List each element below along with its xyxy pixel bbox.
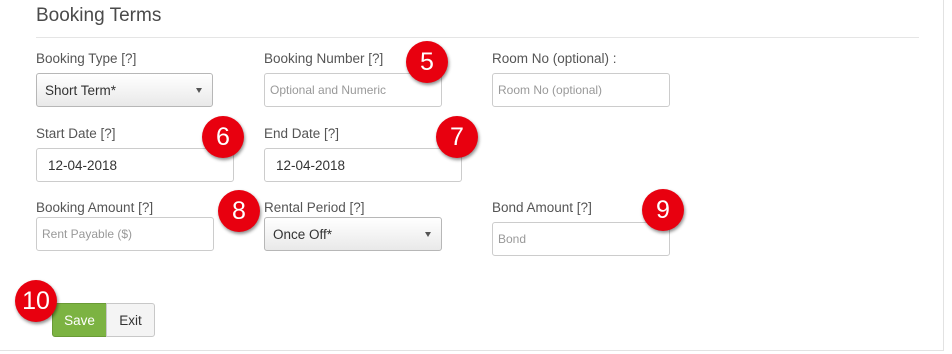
bond-amount-input[interactable]: Bond xyxy=(492,222,670,256)
annotation-badge-9: 9 xyxy=(642,189,684,231)
booking-terms-panel: Booking Terms Booking Type [?] Short Ter… xyxy=(0,0,944,351)
start-date-input[interactable]: 12-04-2018 xyxy=(36,148,234,182)
chevron-down-icon xyxy=(196,88,202,93)
booking-type-label: Booking Type [?] xyxy=(36,51,137,66)
annotation-badge-7: 7 xyxy=(436,116,478,158)
booking-type-select[interactable]: Short Term* xyxy=(36,73,213,107)
rental-period-label: Rental Period [?] xyxy=(264,200,365,215)
booking-amount-label: Booking Amount [?] xyxy=(36,200,154,215)
room-no-input[interactable]: Room No (optional) xyxy=(492,73,670,107)
title-divider xyxy=(36,37,919,38)
end-date-label: End Date [?] xyxy=(264,126,340,141)
exit-button[interactable]: Exit xyxy=(106,303,155,337)
end-date-input[interactable]: 12-04-2018 xyxy=(264,148,462,182)
rental-period-select[interactable]: Once Off* xyxy=(264,217,442,251)
annotation-badge-5: 5 xyxy=(406,41,448,83)
annotation-badge-6: 6 xyxy=(202,116,244,158)
start-date-label: Start Date [?] xyxy=(36,126,116,141)
section-title: Booking Terms xyxy=(36,5,162,26)
booking-number-label: Booking Number [?] xyxy=(264,51,384,66)
booking-type-value: Short Term* xyxy=(45,82,117,98)
annotation-badge-8: 8 xyxy=(218,190,260,232)
booking-amount-input[interactable]: Rent Payable ($) xyxy=(36,217,214,251)
bond-amount-label: Bond Amount [?] xyxy=(492,200,592,215)
save-button[interactable]: Save xyxy=(52,303,107,337)
room-no-label: Room No (optional) : xyxy=(492,51,617,66)
chevron-down-icon xyxy=(425,232,431,237)
rental-period-value: Once Off* xyxy=(273,226,333,242)
annotation-badge-10: 10 xyxy=(15,280,57,322)
